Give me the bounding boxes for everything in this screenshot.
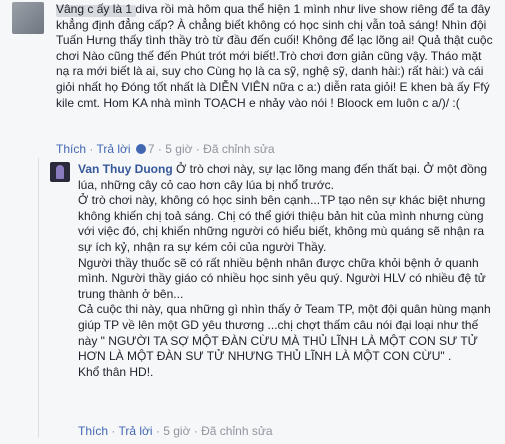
like-icon — [135, 144, 146, 154]
comment-body: Vâng c ấy là 1 diva rồi mà hôm qua thể h… — [56, 2, 496, 110]
reply-body: Ở trò chơi này, sự lạc lõng mang đến thấ… — [78, 162, 491, 379]
reply-avatar[interactable] — [50, 162, 70, 182]
reply-author[interactable]: Van Thuy Duong — [78, 162, 173, 176]
separator: · — [192, 142, 204, 156]
reply-text: Van Thuy Duong Ở trò chơi này, sự lạc lõ… — [78, 162, 498, 380]
comment-actions: Thích · Trả lời 7 · 5 giờ · Đã chỉnh sửa — [56, 142, 275, 156]
reply-time[interactable]: 5 giờ — [163, 424, 190, 438]
reply-actions: Thích · Trả lời · 5 giờ · Đã chỉnh sửa — [78, 424, 273, 438]
separator: · — [108, 424, 119, 438]
separator: · — [86, 142, 97, 156]
commenter-avatar[interactable] — [12, 2, 44, 34]
separator: · — [152, 424, 164, 438]
separator: · — [190, 424, 202, 438]
reply-like-button[interactable]: Thích — [78, 424, 108, 438]
separator: · — [154, 142, 166, 156]
reply-thread-line — [38, 158, 39, 438]
like-button[interactable]: Thích — [56, 142, 86, 156]
reply-button[interactable]: Trả lời — [96, 142, 130, 156]
edited-label[interactable]: Đã chỉnh sửa — [203, 142, 274, 156]
comment-time[interactable]: 5 giờ — [165, 142, 192, 156]
comment-text: Vâng c ấy là 1 diva rồi mà hôm qua thể h… — [56, 2, 496, 111]
reply-edited-label[interactable]: Đã chỉnh sửa — [201, 424, 272, 438]
like-count[interactable]: 7 — [148, 142, 155, 156]
reply-reply-button[interactable]: Trả lời — [118, 424, 152, 438]
